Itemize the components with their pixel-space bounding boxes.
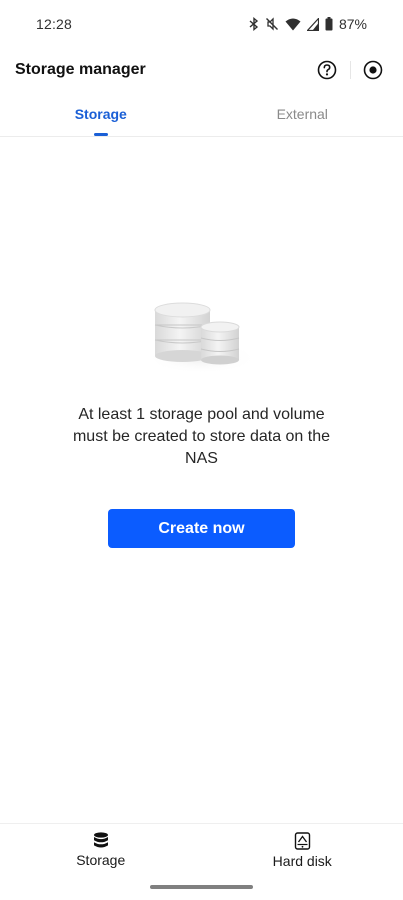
header-divider [350,61,351,79]
database-icon [93,832,109,849]
app-header: Storage manager [0,48,403,92]
page-title: Storage manager [15,61,146,78]
bluetooth-icon [249,17,259,31]
tab-storage-label: Storage [74,106,127,122]
active-tab-indicator [93,133,108,136]
battery-icon [325,17,333,31]
tab-external-label: External [276,106,328,122]
wifi-icon [285,18,301,31]
mute-icon [265,17,279,31]
storage-pool-illustration [142,292,260,378]
nav-item-storage-label: Storage [76,852,126,868]
nav-item-storage[interactable]: Storage [0,824,202,876]
header-actions [315,58,385,82]
cell-signal-icon [306,17,319,31]
create-now-button[interactable]: Create now [108,509,295,548]
tab-external[interactable]: External [202,92,403,136]
help-icon[interactable] [315,58,339,82]
hard-disk-icon [294,831,311,850]
tab-bar: Storage External [0,92,403,137]
record-icon[interactable] [361,58,385,82]
bottom-nav: Storage Hard disk [0,823,403,876]
status-icons: 87% [249,16,367,32]
status-bar: 12:28 87% [0,0,403,48]
storage-manager-screen: 12:28 87% Storage manager Storage Extern… [0,0,403,900]
battery-percent: 87% [338,16,367,32]
nav-item-hard-disk-label: Hard disk [272,852,332,869]
nav-item-hard-disk[interactable]: Hard disk [202,824,403,876]
status-time: 12:28 [36,16,73,32]
empty-state-message: At least 1 storage pool and volume must … [72,406,331,467]
home-indicator[interactable] [150,885,253,889]
tab-storage[interactable]: Storage [0,92,202,136]
